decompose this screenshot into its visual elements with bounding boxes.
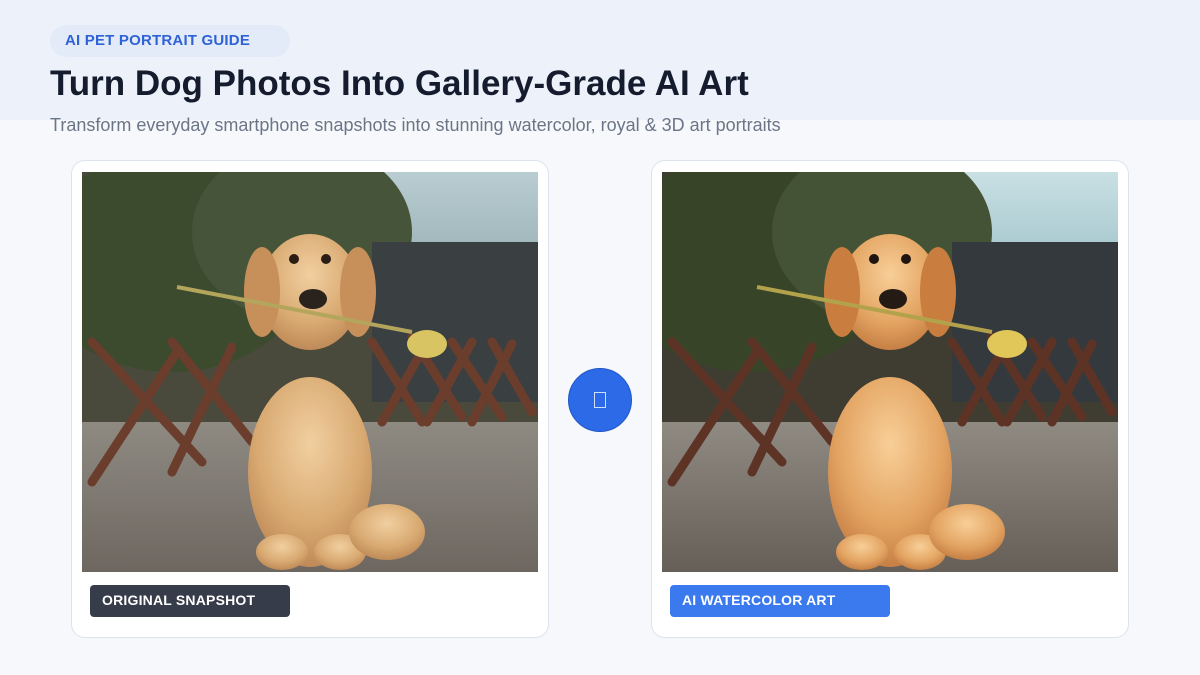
- page-title: Turn Dog Photos Into Gallery-Grade AI Ar…: [50, 64, 749, 103]
- result-label: AI WATERCOLOR ART: [670, 585, 890, 617]
- original-card: ORIGINAL SNAPSHOT: [71, 160, 549, 638]
- compare-arrow-button[interactable]: [568, 368, 632, 432]
- guide-badge: AI PET PORTRAIT GUIDE: [50, 25, 290, 57]
- page-subtitle: Transform everyday smartphone snapshots …: [50, 115, 781, 135]
- original-dog-photo: [82, 172, 538, 572]
- result-card: AI WATERCOLOR ART: [651, 160, 1129, 638]
- arrow-right-icon: [594, 392, 606, 408]
- ai-watercolor-dog-photo: [662, 172, 1118, 572]
- original-label: ORIGINAL SNAPSHOT: [90, 585, 290, 617]
